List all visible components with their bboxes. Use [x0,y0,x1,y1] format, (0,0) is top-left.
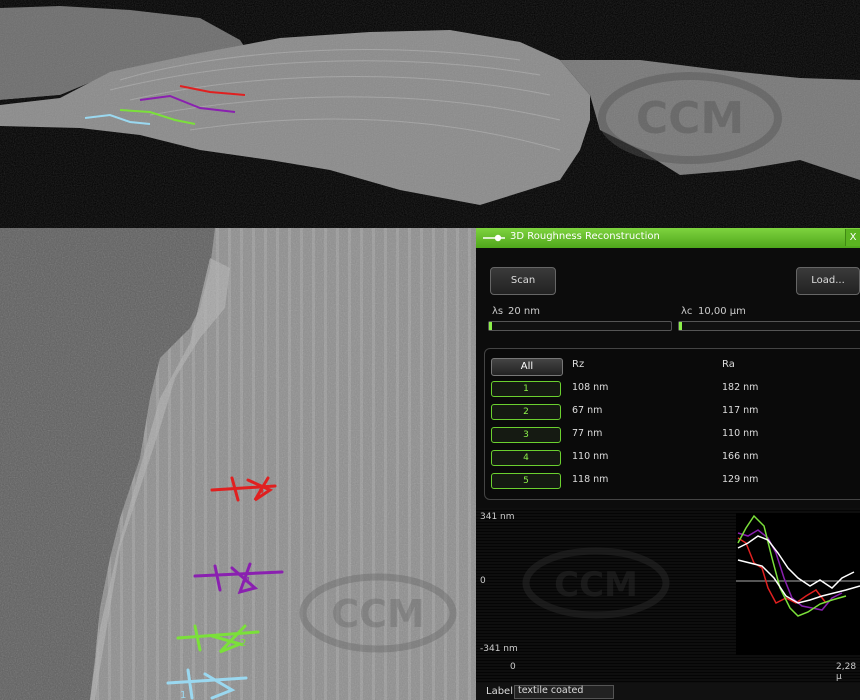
lambda-s-symbol: λs [492,306,504,317]
lambda-s-slider[interactable] [488,321,672,331]
x-axis-end-label: 2,28 µ [836,662,857,682]
row-button-5[interactable]: 5 [491,473,561,489]
marker-label-3: 3 [258,488,264,499]
label-input-value: textile coated [518,685,584,696]
rz-value: 67 nm [572,405,603,416]
ra-value: 166 nm [722,451,759,462]
row-button-2[interactable]: 2 [491,404,561,420]
panel-titlebar[interactable]: 3D Roughness Reconstruction X [476,228,860,248]
svg-text:CCM: CCM [331,592,425,636]
marker-label-2: 2 [240,638,246,649]
rz-value: 118 nm [572,474,609,485]
3d-surface-view[interactable]: CCM [0,0,860,228]
column-header-rz: Rz [572,359,585,370]
rz-value: 77 nm [572,428,603,439]
label-input[interactable]: textile coated [514,685,614,699]
lambda-c-symbol: λc [681,306,693,317]
row-button-3[interactable]: 3 [491,427,561,443]
ra-value: 182 nm [722,382,759,393]
close-button[interactable]: X [845,229,860,246]
sem-image: 1 2 3 4 CCM [0,228,476,700]
y-axis-top-label: 341 nm [480,512,515,522]
y-axis-bottom-label: -341 nm [480,644,518,654]
y-axis-zero-label: 0 [480,576,486,586]
panel-title: 3D Roughness Reconstruction [510,231,660,242]
row-button-4[interactable]: 4 [491,450,561,466]
svg-text:CCM: CCM [554,565,638,605]
label-caption: Label [486,686,513,697]
3d-surface-render: CCM [0,0,860,228]
marker-label-1: 1 [180,690,186,700]
row-button-1[interactable]: 1 [491,381,561,397]
slider-icon [483,234,505,242]
ra-value: 117 nm [722,405,759,416]
scan-button[interactable]: Scan [490,267,556,295]
label-row: Label textile coated [476,683,860,700]
profile-graph-background [736,513,860,655]
watermark-plot: CCM [522,547,670,619]
ra-value: 129 nm [722,474,759,485]
marker-label-4: 4 [244,576,250,587]
lambda-c-value: 10,00 µm [698,306,746,317]
rz-value: 110 nm [572,451,609,462]
roughness-panel: 3D Roughness Reconstruction X Scan Load.… [476,228,860,700]
sem-image-view[interactable]: 1 2 3 4 CCM [0,228,476,700]
lambda-s-value: 20 nm [508,306,540,317]
profile-plot: CCM [522,513,860,655]
rz-value: 108 nm [572,382,609,393]
load-button[interactable]: Load... [796,267,860,295]
lambda-c-slider[interactable] [678,321,860,331]
svg-text:CCM: CCM [636,93,744,144]
ra-value: 110 nm [722,428,759,439]
all-button[interactable]: All [491,358,563,376]
column-header-ra: Ra [722,359,735,370]
lambda-c-slider-fill [679,322,682,330]
lambda-s-slider-fill [489,322,492,330]
x-axis-start-label: 0 [510,662,516,672]
